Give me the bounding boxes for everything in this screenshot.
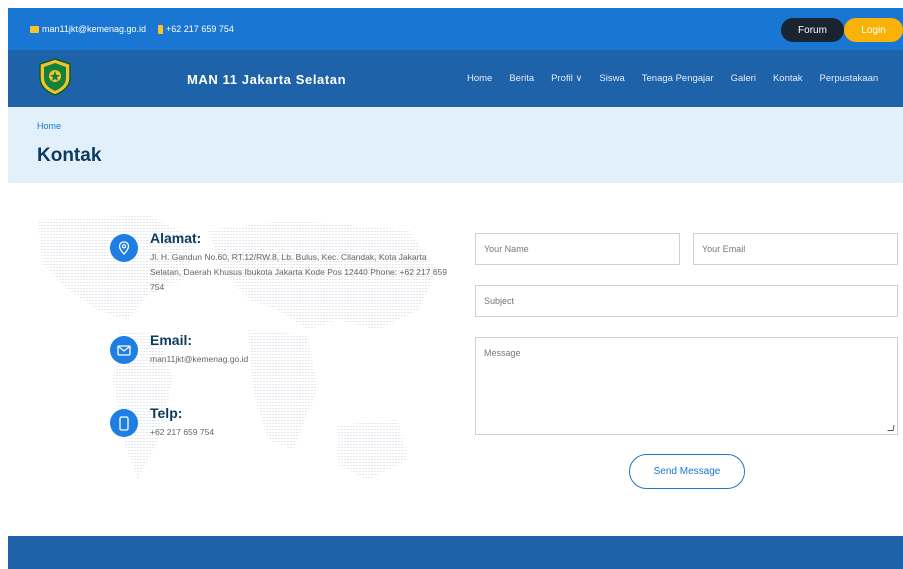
nav-item-home[interactable]: Home <box>467 73 492 84</box>
nav-item-perpustakaan[interactable]: Perpustakaan <box>820 73 879 84</box>
site-title[interactable]: MAN 11 Jakarta Selatan <box>187 72 346 87</box>
contact-section: Alamat: Jl. H. Gandun No.60, RT.12/RW.8,… <box>8 200 903 520</box>
send-message-button[interactable]: Send Message <box>629 454 745 489</box>
name-field[interactable]: Your Name <box>475 233 680 265</box>
breadcrumb-home-link[interactable]: Home <box>37 121 61 131</box>
phone-icon <box>158 24 164 34</box>
resize-handle-icon[interactable] <box>887 425 895 431</box>
envelope-icon <box>110 336 138 364</box>
email-text[interactable]: man11jkt@kemenag.go.id <box>150 352 460 367</box>
phone-text[interactable]: +62 217 659 754 <box>150 425 460 440</box>
top-contact: man11jkt@kemenag.go.id +62 217 659 754 <box>30 24 234 34</box>
address-text: Jl. H. Gandun No.60, RT.12/RW.8, Lb. Bul… <box>150 252 448 292</box>
nav-item-galeri[interactable]: Galeri <box>731 73 756 84</box>
location-pin-icon <box>110 234 138 262</box>
top-bar: man11jkt@kemenag.go.id +62 217 659 754 F… <box>8 8 903 50</box>
footer-bar <box>8 536 903 569</box>
breadcrumb: Home Kontak <box>8 107 903 183</box>
email-field[interactable]: Your Email <box>693 233 898 265</box>
page-title: Kontak <box>37 145 102 166</box>
message-textarea[interactable]: Message <box>475 337 898 435</box>
subject-field[interactable]: Subject <box>475 285 898 317</box>
top-phone[interactable]: +62 217 659 754 <box>166 24 234 34</box>
phone-heading: Telp: <box>150 405 183 421</box>
address-heading: Alamat: <box>150 230 202 246</box>
email-heading: Email: <box>150 332 193 348</box>
nav-item-berita[interactable]: Berita <box>509 73 534 84</box>
nav-item-siswa[interactable]: Siswa <box>599 73 624 84</box>
kemenag-logo-icon[interactable] <box>37 58 73 96</box>
mail-icon <box>30 25 39 33</box>
forum-button[interactable]: Forum <box>781 18 844 42</box>
top-email[interactable]: man11jkt@kemenag.go.id <box>42 24 146 34</box>
nav-item-profil[interactable]: Profil ∨ <box>551 73 582 84</box>
smartphone-icon <box>110 409 138 437</box>
nav-item-kontak[interactable]: Kontak <box>773 73 803 84</box>
message-placeholder: Message <box>484 348 521 358</box>
main-navbar: MAN 11 Jakarta Selatan Home Berita Profi… <box>8 50 903 107</box>
nav-item-tenaga-pengajar[interactable]: Tenaga Pengajar <box>642 73 714 84</box>
login-button[interactable]: Login <box>844 18 903 42</box>
nav-menu: Home Berita Profil ∨ Siswa Tenaga Pengaj… <box>467 73 878 84</box>
